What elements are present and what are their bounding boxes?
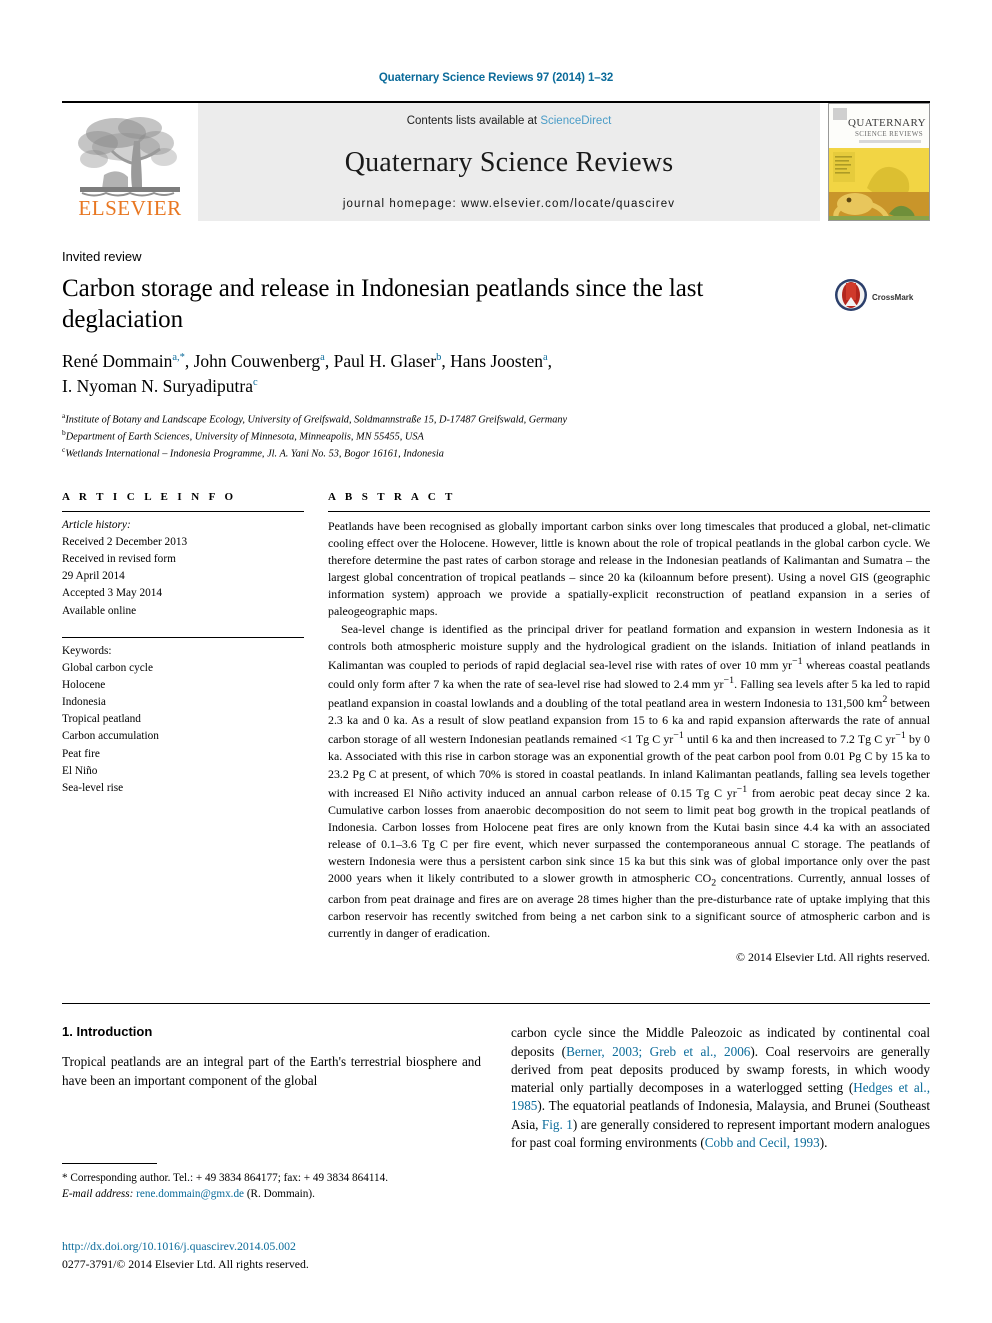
keyword-item: El Niño <box>62 764 98 777</box>
body-columns: 1. Introduction Tropical peatlands are a… <box>62 1024 930 1152</box>
issn-copyright-line: 0277-3791/© 2014 Elsevier Ltd. All right… <box>62 1256 309 1271</box>
affiliation-item: bDepartment of Earth Sciences, Universit… <box>62 428 424 443</box>
crossmark-label: CrossMark <box>872 293 914 302</box>
keywords-block: Keywords: Global carbon cycle Holocene I… <box>62 638 304 797</box>
history-item: Received in revised form <box>62 553 176 566</box>
author-name: Paul H. Glaser <box>333 351 437 371</box>
body-column-left: 1. Introduction Tropical peatlands are a… <box>62 1024 481 1152</box>
journal-masthead: ELSEVIER Contents lists available at Sci… <box>62 101 930 221</box>
crossmark-icon <box>834 278 868 317</box>
article-history-label: Article history: <box>62 518 131 531</box>
journal-band: Contents lists available at ScienceDirec… <box>198 103 820 221</box>
intro-paragraph-left: Tropical peatlands are an integral part … <box>62 1054 481 1088</box>
journal-homepage-link[interactable]: journal homepage: www.elsevier.com/locat… <box>343 198 675 210</box>
svg-text:QUATERNARY: QUATERNARY <box>848 117 926 129</box>
journal-article-page: Quaternary Science Reviews 97 (2014) 1–3… <box>0 0 992 1323</box>
crossmark-badge[interactable]: CrossMark <box>834 274 930 317</box>
keyword-item: Indonesia <box>62 696 106 709</box>
keyword-item: Peat fire <box>62 747 100 760</box>
email-owner: (R. Dommain). <box>246 1188 315 1201</box>
sciencedirect-link[interactable]: ScienceDirect <box>540 115 611 127</box>
elsevier-tree-icon <box>74 111 186 199</box>
info-abstract-section: A R T I C L E I N F O Article history: R… <box>62 491 930 966</box>
affiliation-item: aInstitute of Botany and Landscape Ecolo… <box>62 410 568 426</box>
journal-cover-thumbnail: QUATERNARY SCIENCE REVIEWS <box>828 103 930 221</box>
affiliation-list: aInstitute of Botany and Landscape Ecolo… <box>62 411 930 463</box>
author-name: Hans Joosten <box>450 351 543 371</box>
intro-paragraph-right: carbon cycle since the Middle Paleozoic … <box>511 1025 930 1150</box>
email-link[interactable]: rene.dommain@gmx.de <box>136 1188 244 1200</box>
abstract-body: Peatlands have been recognised as global… <box>328 512 930 943</box>
copyright-line: © 2014 Elsevier Ltd. All rights reserved… <box>736 950 930 965</box>
author-marks: a <box>320 352 325 364</box>
abstract-heading: A B S T R A C T <box>328 490 456 503</box>
keywords-label: Keywords: <box>62 644 112 657</box>
running-head-citation: Quaternary Science Reviews 97 (2014) 1–3… <box>378 72 614 84</box>
journal-title: Quaternary Science Reviews <box>344 146 674 178</box>
abstract-paragraph: Sea-level change is identified as the pr… <box>328 621 931 941</box>
author-marks: c <box>253 377 258 389</box>
abstract-paragraph: Peatlands have been recognised as global… <box>328 518 930 619</box>
history-item: Available online <box>62 604 137 617</box>
corresponding-author-line: * Corresponding author. Tel.: + 49 3834 … <box>62 1172 388 1184</box>
article-type-label: Invited review <box>62 249 142 264</box>
corresponding-author-footnote: * Corresponding author. Tel.: + 49 3834 … <box>62 1163 492 1202</box>
author-name: René Dommain <box>62 351 173 371</box>
abstract-column: A B S T R A C T Peatlands have been reco… <box>328 491 930 966</box>
author-list: René Dommaina,*, John Couwenberga, Paul … <box>62 351 553 396</box>
affiliation-text: Department of Earth Sciences, University… <box>65 431 424 443</box>
keyword-item: Carbon accumulation <box>62 730 159 743</box>
section-title-introduction: 1. Introduction <box>62 1024 153 1040</box>
author-marks: a <box>543 352 548 364</box>
elsevier-wordmark: ELSEVIER <box>78 196 182 220</box>
keyword-item: Global carbon cycle <box>62 661 153 674</box>
email-label: E-mail address: <box>62 1188 134 1201</box>
body-column-right: carbon cycle since the Middle Paleozoic … <box>511 1024 930 1152</box>
divider <box>62 1003 930 1005</box>
affiliation-text: Wetlands International – Indonesia Progr… <box>65 448 444 460</box>
affiliation-item: cWetlands International – Indonesia Prog… <box>62 445 444 460</box>
doi-link[interactable]: http://dx.doi.org/10.1016/j.quascirev.20… <box>62 1238 309 1256</box>
svg-text:SCIENCE REVIEWS: SCIENCE REVIEWS <box>855 130 923 138</box>
email-line: E-mail address: rene.dommain@gmx.de (R. … <box>62 1186 492 1202</box>
title-row: Carbon storage and release in Indonesian… <box>62 274 930 335</box>
keyword-item: Sea-level rise <box>62 781 124 794</box>
footer-doi-block: http://dx.doi.org/10.1016/j.quascirev.20… <box>62 1238 309 1273</box>
author-name: John Couwenberg <box>193 351 321 371</box>
article-history-block: Article history: Received 2 December 201… <box>62 512 304 620</box>
affiliation-text: Institute of Botany and Landscape Ecolog… <box>65 414 568 426</box>
author-marks: a,* <box>172 352 185 364</box>
history-item: 29 April 2014 <box>62 570 125 583</box>
article-info-column: A R T I C L E I N F O Article history: R… <box>62 491 304 966</box>
contents-lists-line: Contents lists available at ScienceDirec… <box>407 115 612 127</box>
page-title: Carbon storage and release in Indonesian… <box>62 275 704 333</box>
history-item: Accepted 3 May 2014 <box>62 587 163 600</box>
keyword-item: Holocene <box>62 678 106 691</box>
author-name: I. Nyoman N. Suryadiputra <box>62 375 254 396</box>
elsevier-logo: ELSEVIER <box>62 103 198 221</box>
contents-prefix: Contents lists available at <box>406 115 541 127</box>
author-marks: b <box>436 352 442 364</box>
divider <box>62 1163 157 1164</box>
keyword-item: Tropical peatland <box>62 713 141 726</box>
article-info-heading: A R T I C L E I N F O <box>62 490 237 503</box>
history-item: Received 2 December 2013 <box>62 535 188 548</box>
